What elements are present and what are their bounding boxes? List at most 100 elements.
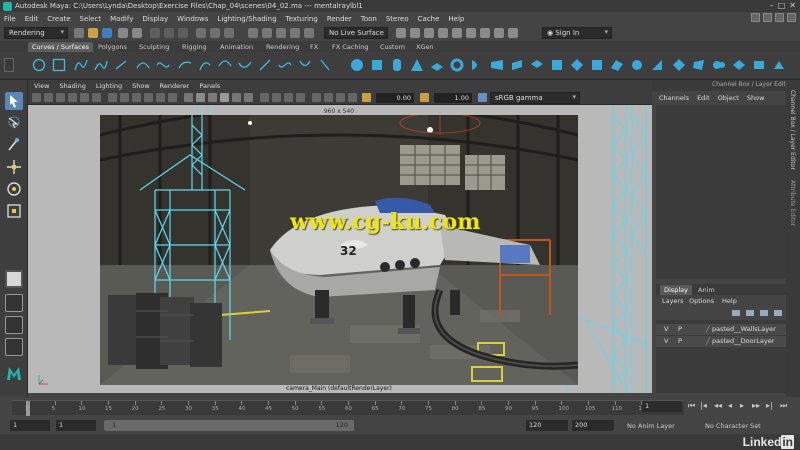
smooth-shade-icon[interactable] [196,93,205,102]
step-back-key-icon[interactable]: ◂◂ [714,401,722,410]
menu-cache[interactable]: Cache [418,15,440,23]
extend-curve-icon[interactable] [238,58,252,72]
insert-knot-icon[interactable] [218,58,232,72]
grid-toggle-icon[interactable] [108,93,117,102]
mask-curves-icon[interactable] [210,28,220,38]
select-camera-icon[interactable] [32,93,41,102]
menu-windows[interactable]: Windows [177,15,208,23]
nurbs-cylinder-icon[interactable] [390,58,404,72]
select-tool-icon[interactable] [5,92,23,110]
menu-lighting-shading[interactable]: Lighting/Shading [217,15,276,23]
anim-layer-label[interactable]: No Anim Layer [627,422,675,430]
layer-color-swatch-icon[interactable]: ╱ [706,324,710,335]
ipr-render-icon[interactable] [424,28,434,38]
rebuild-surface-icon[interactable] [772,58,786,72]
birail-icon[interactable] [550,58,564,72]
end-time-field[interactable]: 200 [572,420,614,431]
nurbs-circle-icon[interactable] [32,58,46,72]
2d-pan-zoom-icon[interactable] [80,93,89,102]
vp-menu-renderer[interactable]: Renderer [160,82,190,90]
revolve-icon[interactable] [470,58,484,72]
tab-fx[interactable]: FX [306,42,322,52]
paint-select-tool-icon[interactable] [5,136,23,154]
mask-icon[interactable] [196,28,206,38]
xray-joints-icon[interactable] [348,93,357,102]
nurbs-cone-icon[interactable] [410,58,424,72]
side-tab-attribute-editor[interactable]: Attribute Editor [789,180,796,226]
detach-curves-icon[interactable] [198,58,212,72]
minimize-icon[interactable]: – [770,1,774,10]
wireframe-on-shaded-icon[interactable] [208,93,217,102]
select-hierarchy-icon[interactable] [150,28,160,38]
bezier-curve-icon[interactable] [156,58,170,72]
rotate-tool-icon[interactable] [5,180,23,198]
layer-playback-toggle[interactable]: P [678,324,682,335]
vp-menu-show[interactable]: Show [132,82,150,90]
pencil-curve-icon[interactable] [114,58,128,72]
persp-graph-layout-icon[interactable] [5,338,23,356]
tab-custom[interactable]: Custom [376,42,409,52]
panel-layout-icon[interactable] [775,13,784,22]
play-forwards-icon[interactable]: ▸ [740,401,744,410]
tab-anim[interactable]: Anim [694,285,719,295]
layer-menu-help[interactable]: Help [722,297,737,305]
snap-grid-icon[interactable] [248,28,258,38]
gamma-field[interactable]: 1.00 [434,93,472,103]
menu-render[interactable]: Render [327,15,352,23]
move-layer-down-icon[interactable] [746,310,754,316]
isolate-select-icon[interactable] [312,93,321,102]
trim-tool-icon[interactable] [672,58,686,72]
snap-view-icon[interactable] [290,28,300,38]
arc-tool-icon[interactable] [136,58,150,72]
close-icon[interactable]: ✕ [789,1,796,10]
step-forward-frame-icon[interactable]: ▸| [766,401,773,410]
save-scene-icon[interactable] [102,28,112,38]
nurbs-cube-icon[interactable] [370,58,384,72]
playback-end-field[interactable]: 120 [526,420,568,431]
layer-color-swatch-icon[interactable]: ╱ [706,336,710,347]
resolution-gate-icon[interactable] [132,93,141,102]
attach-surfaces-icon[interactable] [712,58,726,72]
attach-curves-icon[interactable] [178,58,192,72]
extrude-icon[interactable] [530,58,544,72]
ep-curve-icon[interactable] [94,58,108,72]
use-all-lights-icon[interactable] [232,93,241,102]
tab-display[interactable]: Display [660,285,692,295]
detach-surfaces-icon[interactable] [732,58,746,72]
layer-visibility-toggle[interactable]: V [664,336,668,347]
textured-icon[interactable] [220,93,229,102]
bevel-icon[interactable] [610,58,624,72]
gate-mask-icon[interactable] [144,93,153,102]
tab-animation[interactable]: Animation [216,42,257,52]
live-surface-dropdown[interactable]: No Live Surface [324,27,388,39]
bevel-plus-icon[interactable] [630,58,644,72]
layer-row[interactable]: V P ╱ pasted__DoorLayer [656,336,786,347]
snap-point-icon[interactable] [276,28,286,38]
range-bar[interactable]: 1 120 [104,420,354,431]
tab-fx-caching[interactable]: FX Caching [328,42,373,52]
select-component-icon[interactable] [178,28,188,38]
hypershade-icon[interactable] [452,28,462,38]
tab-curves-surfaces[interactable]: Curves / Surfaces [28,42,94,52]
curve-editing-icon[interactable] [318,58,332,72]
camera-attributes-icon[interactable] [44,93,53,102]
vp-menu-lighting[interactable]: Lighting [96,82,122,90]
layer-playback-toggle[interactable]: P [678,336,682,347]
menu-file[interactable]: File [4,15,16,23]
tab-xgen[interactable]: XGen [412,42,438,52]
grid-layout-icon[interactable] [763,13,772,22]
maya-home-icon[interactable] [5,364,23,382]
loft-icon[interactable] [490,58,504,72]
exposure-field[interactable]: 0.00 [376,93,414,103]
cb-menu-channels[interactable]: Channels [659,94,689,102]
perspective-viewport[interactable]: 32 www.cg-ku.com 960 x 540 camera_Main (… [28,105,652,393]
multisample-aa-icon[interactable] [284,93,293,102]
shelf-options-icon[interactable] [4,58,14,72]
toggle-panel-icon[interactable] [787,13,796,22]
planar-icon[interactable] [510,58,524,72]
snap-curve-icon[interactable] [262,28,272,38]
layer-menu-layers[interactable]: Layers [662,297,684,305]
add-points-icon[interactable] [298,58,312,72]
cv-curve-icon[interactable] [74,58,88,72]
history-icon[interactable] [396,28,406,38]
